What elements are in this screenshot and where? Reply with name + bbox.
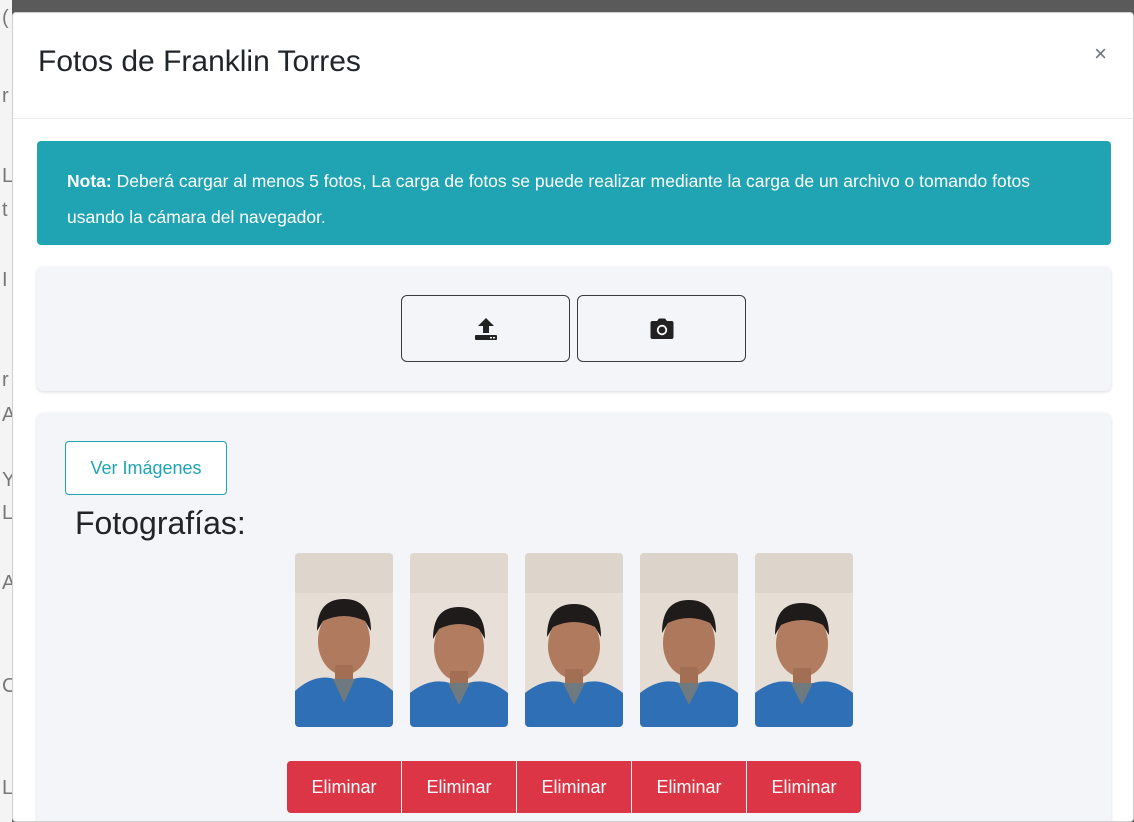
face-photo (525, 553, 623, 727)
face-photo (295, 553, 393, 727)
delete-photo-button[interactable]: Eliminar (632, 761, 746, 813)
note-alert: Nota: Deberá cargar al menos 5 fotos, La… (37, 141, 1111, 245)
delete-photo-button[interactable]: Eliminar (517, 761, 631, 813)
photos-modal: Fotos de Franklin Torres × Nota: Deberá … (12, 12, 1134, 822)
photos-section-title: Fotografías: (75, 505, 246, 541)
photo-thumbnail (755, 553, 853, 727)
delete-photo-button[interactable]: Eliminar (287, 761, 401, 813)
delete-photo-button[interactable]: Eliminar (402, 761, 516, 813)
upload-card (37, 267, 1111, 391)
photo-thumbnail (295, 553, 393, 727)
photo-thumbnail (525, 553, 623, 727)
photo-thumbnail (640, 553, 738, 727)
modal-header: Fotos de Franklin Torres × (13, 13, 1133, 119)
delete-photo-button[interactable]: Eliminar (747, 761, 861, 813)
camera-button[interactable] (577, 295, 746, 362)
note-text: Deberá cargar al menos 5 fotos, La carga… (67, 171, 1031, 227)
upload-file-button[interactable] (401, 295, 570, 362)
photos-card: Ver Imágenes Fotografías: Eliminar Elimi… (37, 413, 1111, 821)
face-photo (410, 553, 508, 727)
view-images-button[interactable]: Ver Imágenes (65, 441, 227, 495)
face-photo (755, 553, 853, 727)
modal-title: Fotos de Franklin Torres (38, 45, 361, 78)
close-button[interactable]: × (1094, 43, 1107, 65)
face-photo (640, 553, 738, 727)
background-page: ( r L t I r A Y L A C L (0, 0, 12, 822)
upload-icon (474, 317, 497, 340)
photo-thumbnail (410, 553, 508, 727)
note-label: Nota: (67, 171, 112, 191)
camera-icon (650, 318, 673, 339)
